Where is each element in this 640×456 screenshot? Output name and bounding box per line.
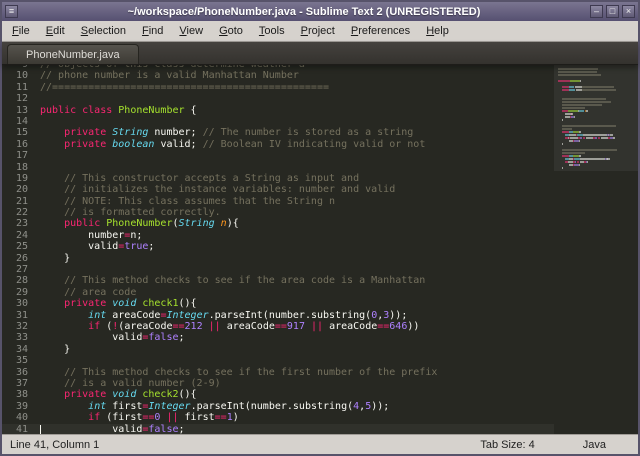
- code-line[interactable]: 14: [2, 116, 554, 127]
- code-line[interactable]: 30 private void check1(){: [2, 298, 554, 309]
- code-line[interactable]: 22 // is formatted correctly.: [2, 207, 554, 218]
- minimap-viewport[interactable]: [554, 65, 638, 171]
- line-number[interactable]: 15: [2, 127, 40, 138]
- code-line[interactable]: 33 valid=false;: [2, 332, 554, 343]
- line-number[interactable]: 34: [2, 344, 40, 355]
- code-line[interactable]: 15 private String number; // The number …: [2, 127, 554, 138]
- syntax-indicator[interactable]: Java: [583, 439, 606, 451]
- code-line[interactable]: 19 // This constructor accepts a String …: [2, 173, 554, 184]
- code-line[interactable]: 12: [2, 93, 554, 104]
- titlebar[interactable]: ≡ ~/workspace/PhoneNumber.java - Sublime…: [2, 2, 638, 21]
- code-line[interactable]: 17: [2, 150, 554, 161]
- close-button[interactable]: ×: [622, 5, 635, 18]
- menu-file[interactable]: File: [4, 21, 38, 41]
- line-number[interactable]: 41: [2, 424, 40, 435]
- code-line[interactable]: 29 // area code: [2, 287, 554, 298]
- code-line[interactable]: 38 private void check2(){: [2, 389, 554, 400]
- line-number[interactable]: 18: [2, 162, 40, 173]
- line-number[interactable]: 31: [2, 310, 40, 321]
- minimize-button[interactable]: –: [590, 5, 603, 18]
- tabbar: PhoneNumber.java: [2, 42, 638, 65]
- line-number[interactable]: 19: [2, 173, 40, 184]
- code-line[interactable]: 40 if (first==0 || first==1): [2, 412, 554, 423]
- line-number[interactable]: 33: [2, 332, 40, 343]
- line-number[interactable]: 32: [2, 321, 40, 332]
- menu-edit[interactable]: Edit: [38, 21, 73, 41]
- menu-selection[interactable]: Selection: [73, 21, 134, 41]
- code-line[interactable]: 27: [2, 264, 554, 275]
- cursor-position: Line 41, Column 1: [10, 439, 99, 451]
- code-area[interactable]: 9// objects of this class determine weat…: [2, 65, 554, 434]
- menubar: FileEditSelectionFindViewGotoToolsProjec…: [2, 21, 638, 42]
- code-line[interactable]: 41 valid=false;: [2, 424, 554, 435]
- menu-help[interactable]: Help: [418, 21, 457, 41]
- line-number[interactable]: 16: [2, 139, 40, 150]
- menu-find[interactable]: Find: [134, 21, 171, 41]
- line-number[interactable]: 26: [2, 253, 40, 264]
- code-line[interactable]: 16 private boolean valid; // Boolean IV …: [2, 139, 554, 150]
- line-number[interactable]: 12: [2, 93, 40, 104]
- window-title: ~/workspace/PhoneNumber.java - Sublime T…: [21, 6, 587, 18]
- menu-preferences[interactable]: Preferences: [343, 21, 418, 41]
- line-number[interactable]: 21: [2, 196, 40, 207]
- maximize-button[interactable]: □: [606, 5, 619, 18]
- menu-view[interactable]: View: [171, 21, 211, 41]
- code-line[interactable]: 21 // NOTE: This class assumes that the …: [2, 196, 554, 207]
- line-number[interactable]: 40: [2, 412, 40, 423]
- editor: 9// objects of this class determine weat…: [2, 65, 638, 434]
- line-number[interactable]: 13: [2, 105, 40, 116]
- code-line[interactable]: 28 // This method checks to see if the a…: [2, 275, 554, 286]
- code-line[interactable]: 10// phone number is a valid Manhattan N…: [2, 70, 554, 81]
- line-number[interactable]: 22: [2, 207, 40, 218]
- tab-phonenumber-java[interactable]: PhoneNumber.java: [7, 44, 139, 64]
- line-number[interactable]: 10: [2, 70, 40, 81]
- code-line[interactable]: 20 // initializes the instance variables…: [2, 184, 554, 195]
- code-line[interactable]: 39 int first=Integer.parseInt(number.sub…: [2, 401, 554, 412]
- line-number[interactable]: 36: [2, 367, 40, 378]
- code-line[interactable]: 23 public PhoneNumber(String n){: [2, 218, 554, 229]
- minimap[interactable]: [554, 65, 638, 434]
- menu-goto[interactable]: Goto: [211, 21, 251, 41]
- code-line[interactable]: 13public class PhoneNumber {: [2, 105, 554, 116]
- line-number[interactable]: 17: [2, 150, 40, 161]
- code-line[interactable]: 31 int areaCode=Integer.parseInt(number.…: [2, 310, 554, 321]
- window-menu-button[interactable]: ≡: [5, 5, 18, 18]
- menu-tools[interactable]: Tools: [251, 21, 293, 41]
- code-lines: 9// objects of this class determine weat…: [2, 65, 554, 434]
- code-line[interactable]: 18: [2, 162, 554, 173]
- code-line[interactable]: 36 // This method checks to see if the f…: [2, 367, 554, 378]
- line-number[interactable]: 29: [2, 287, 40, 298]
- code-line[interactable]: 34 }: [2, 344, 554, 355]
- line-number[interactable]: 23: [2, 218, 40, 229]
- line-number[interactable]: 11: [2, 82, 40, 93]
- line-number[interactable]: 28: [2, 275, 40, 286]
- statusbar: Line 41, Column 1 Tab Size: 4 Java: [2, 434, 638, 454]
- line-number[interactable]: 14: [2, 116, 40, 127]
- sublime-window: ≡ ~/workspace/PhoneNumber.java - Sublime…: [0, 0, 640, 456]
- line-number[interactable]: 27: [2, 264, 40, 275]
- code-line[interactable]: 11//====================================…: [2, 82, 554, 93]
- code-line[interactable]: 32 if (!(areaCode==212 || areaCode==917 …: [2, 321, 554, 332]
- line-number[interactable]: 30: [2, 298, 40, 309]
- code-line[interactable]: 26 }: [2, 253, 554, 264]
- code-line[interactable]: 25 valid=true;: [2, 241, 554, 252]
- menu-project[interactable]: Project: [293, 21, 343, 41]
- tab-size-indicator[interactable]: Tab Size: 4: [480, 439, 534, 451]
- line-number[interactable]: 35: [2, 355, 40, 366]
- line-number[interactable]: 37: [2, 378, 40, 389]
- code-line[interactable]: 24 number=n;: [2, 230, 554, 241]
- code-line[interactable]: 37 // is a valid number (2-9): [2, 378, 554, 389]
- code-line[interactable]: 35: [2, 355, 554, 366]
- line-number[interactable]: 38: [2, 389, 40, 400]
- line-number[interactable]: 25: [2, 241, 40, 252]
- line-number[interactable]: 20: [2, 184, 40, 195]
- tab-label: PhoneNumber.java: [26, 49, 120, 61]
- line-number[interactable]: 39: [2, 401, 40, 412]
- line-number[interactable]: 24: [2, 230, 40, 241]
